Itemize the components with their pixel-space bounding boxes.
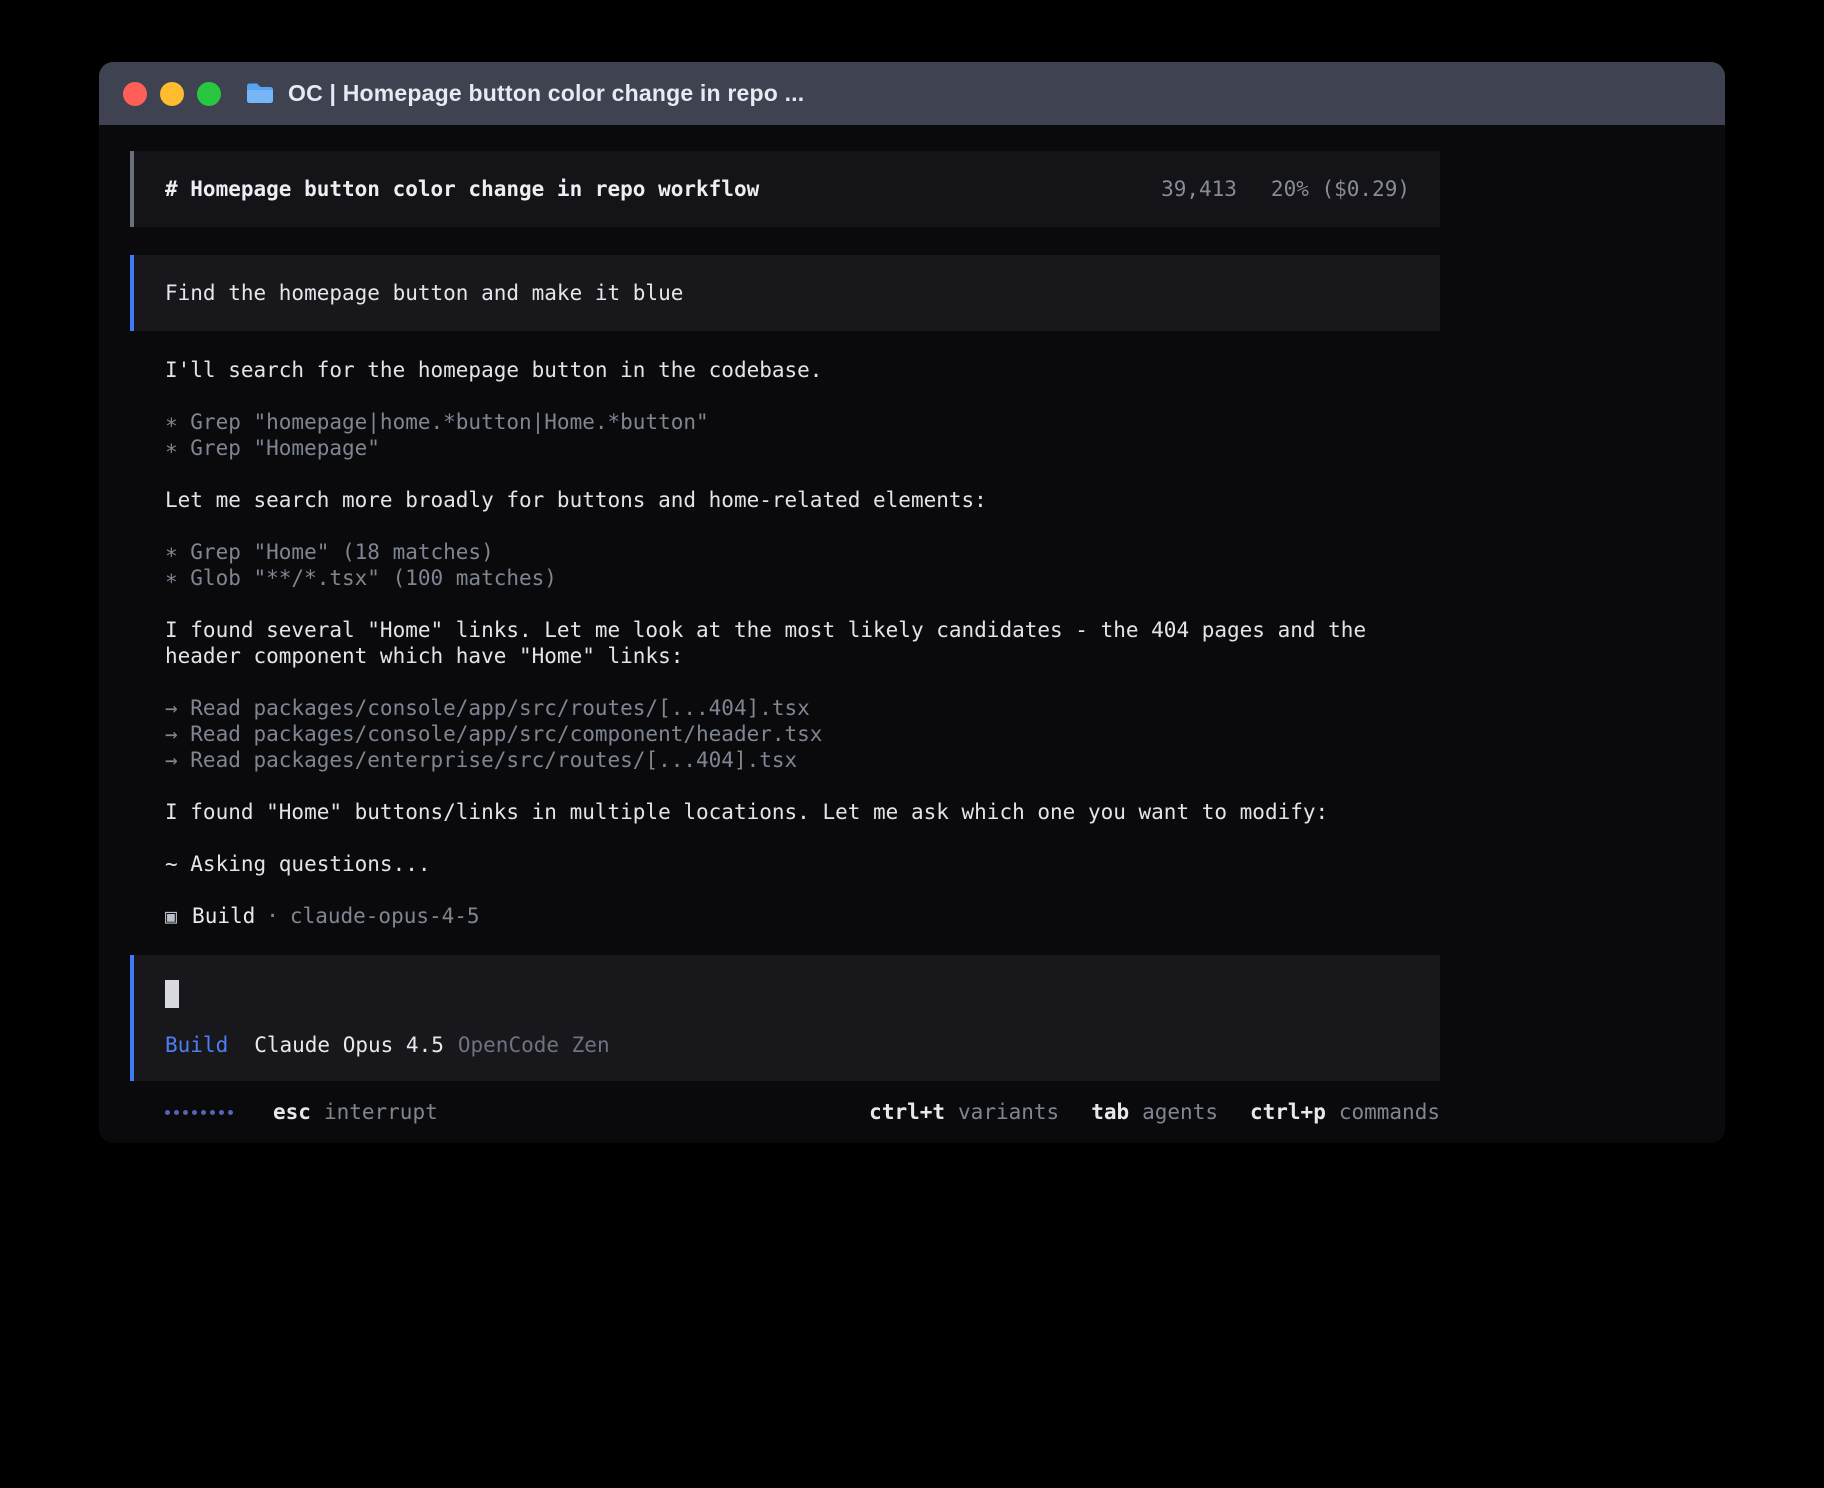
tool-call-read: → Read packages/console/app/src/componen… xyxy=(165,721,1440,747)
assistant-text: I'll search for the homepage button in t… xyxy=(165,357,1440,383)
assistant-status-text: ~ Asking questions... xyxy=(165,851,1440,877)
session-stats: 39,413 20% ($0.29) xyxy=(1161,176,1410,202)
model-indicator: Claude Opus 4.5 xyxy=(254,1032,444,1058)
window-title: OC | Homepage button color change in rep… xyxy=(288,80,804,107)
shortcut-key: ctrl+t xyxy=(869,1099,945,1125)
traffic-lights xyxy=(123,82,221,106)
user-message-text: Find the homepage button and make it blu… xyxy=(165,281,683,305)
esc-key-label: interrupt xyxy=(324,1099,438,1125)
shortcut-key: tab xyxy=(1091,1099,1129,1125)
session-title: # Homepage button color change in repo w… xyxy=(165,176,759,202)
shortcut-commands: ctrl+p commands xyxy=(1250,1099,1440,1125)
titlebar[interactable]: OC | Homepage button color change in rep… xyxy=(99,62,1725,125)
tool-call-grep: ∗ Grep "Home" (18 matches) xyxy=(165,539,1440,565)
tool-call-read: → Read packages/console/app/src/routes/[… xyxy=(165,695,1440,721)
status-bar-right: ctrl+t variants tab agents ctrl+p comman… xyxy=(869,1099,1440,1125)
status-bar: esc interrupt ctrl+t variants tab agents… xyxy=(130,1099,1440,1125)
agent-mode-label: Build xyxy=(192,903,255,929)
shortcut-label: variants xyxy=(958,1099,1059,1125)
agent-separator: · xyxy=(266,903,279,929)
minimize-button[interactable] xyxy=(160,82,184,106)
tool-call-grep: ∗ Grep "homepage|home.*button|Home.*butt… xyxy=(165,409,1440,435)
text-cursor xyxy=(165,980,179,1008)
mode-indicator: Build xyxy=(165,1032,228,1058)
esc-key-hint: esc xyxy=(273,1099,311,1125)
shortcut-key: ctrl+p xyxy=(1250,1099,1326,1125)
terminal-content: # Homepage button color change in repo w… xyxy=(130,125,1440,1125)
user-message: Find the homepage button and make it blu… xyxy=(130,255,1440,331)
folder-icon xyxy=(245,81,275,106)
shortcut-label: commands xyxy=(1339,1099,1440,1125)
tool-call-group: ∗ Grep "homepage|home.*button|Home.*butt… xyxy=(165,409,1440,461)
assistant-text: Let me search more broadly for buttons a… xyxy=(165,487,1440,513)
zoom-button[interactable] xyxy=(197,82,221,106)
shortcut-label: agents xyxy=(1142,1099,1218,1125)
terminal-window: OC | Homepage button color change in rep… xyxy=(99,62,1725,1143)
shortcut-agents: tab agents xyxy=(1091,1099,1218,1125)
assistant-text: I found "Home" buttons/links in multiple… xyxy=(165,799,1440,825)
tool-call-glob: ∗ Glob "**/*.tsx" (100 matches) xyxy=(165,565,1440,591)
agent-model-label: claude-opus-4-5 xyxy=(290,903,480,929)
tool-call-group: → Read packages/console/app/src/routes/[… xyxy=(165,695,1440,773)
assistant-text: I found several "Home" links. Let me loo… xyxy=(165,617,1440,669)
spinner-dots-icon xyxy=(165,1110,233,1115)
shortcut-variants: ctrl+t variants xyxy=(869,1099,1059,1125)
context-cost: 20% ($0.29) xyxy=(1271,176,1410,202)
tool-call-group: ∗ Grep "Home" (18 matches) ∗ Glob "**/*.… xyxy=(165,539,1440,591)
close-button[interactable] xyxy=(123,82,147,106)
agent-mode-icon: ▣ xyxy=(165,903,177,929)
token-count: 39,413 xyxy=(1161,176,1237,202)
session-header: # Homepage button color change in repo w… xyxy=(130,151,1440,227)
provider-indicator: OpenCode Zen xyxy=(458,1032,610,1058)
input-footer: Build Claude Opus 4.5 OpenCode Zen xyxy=(165,1032,1410,1058)
prompt-input[interactable]: Build Claude Opus 4.5 OpenCode Zen xyxy=(130,955,1440,1081)
status-bar-left: esc interrupt xyxy=(165,1099,438,1125)
tool-call-grep: ∗ Grep "Homepage" xyxy=(165,435,1440,461)
agent-status-line: ▣ Build · claude-opus-4-5 xyxy=(165,903,1440,929)
tool-call-read: → Read packages/enterprise/src/routes/[.… xyxy=(165,747,1440,773)
